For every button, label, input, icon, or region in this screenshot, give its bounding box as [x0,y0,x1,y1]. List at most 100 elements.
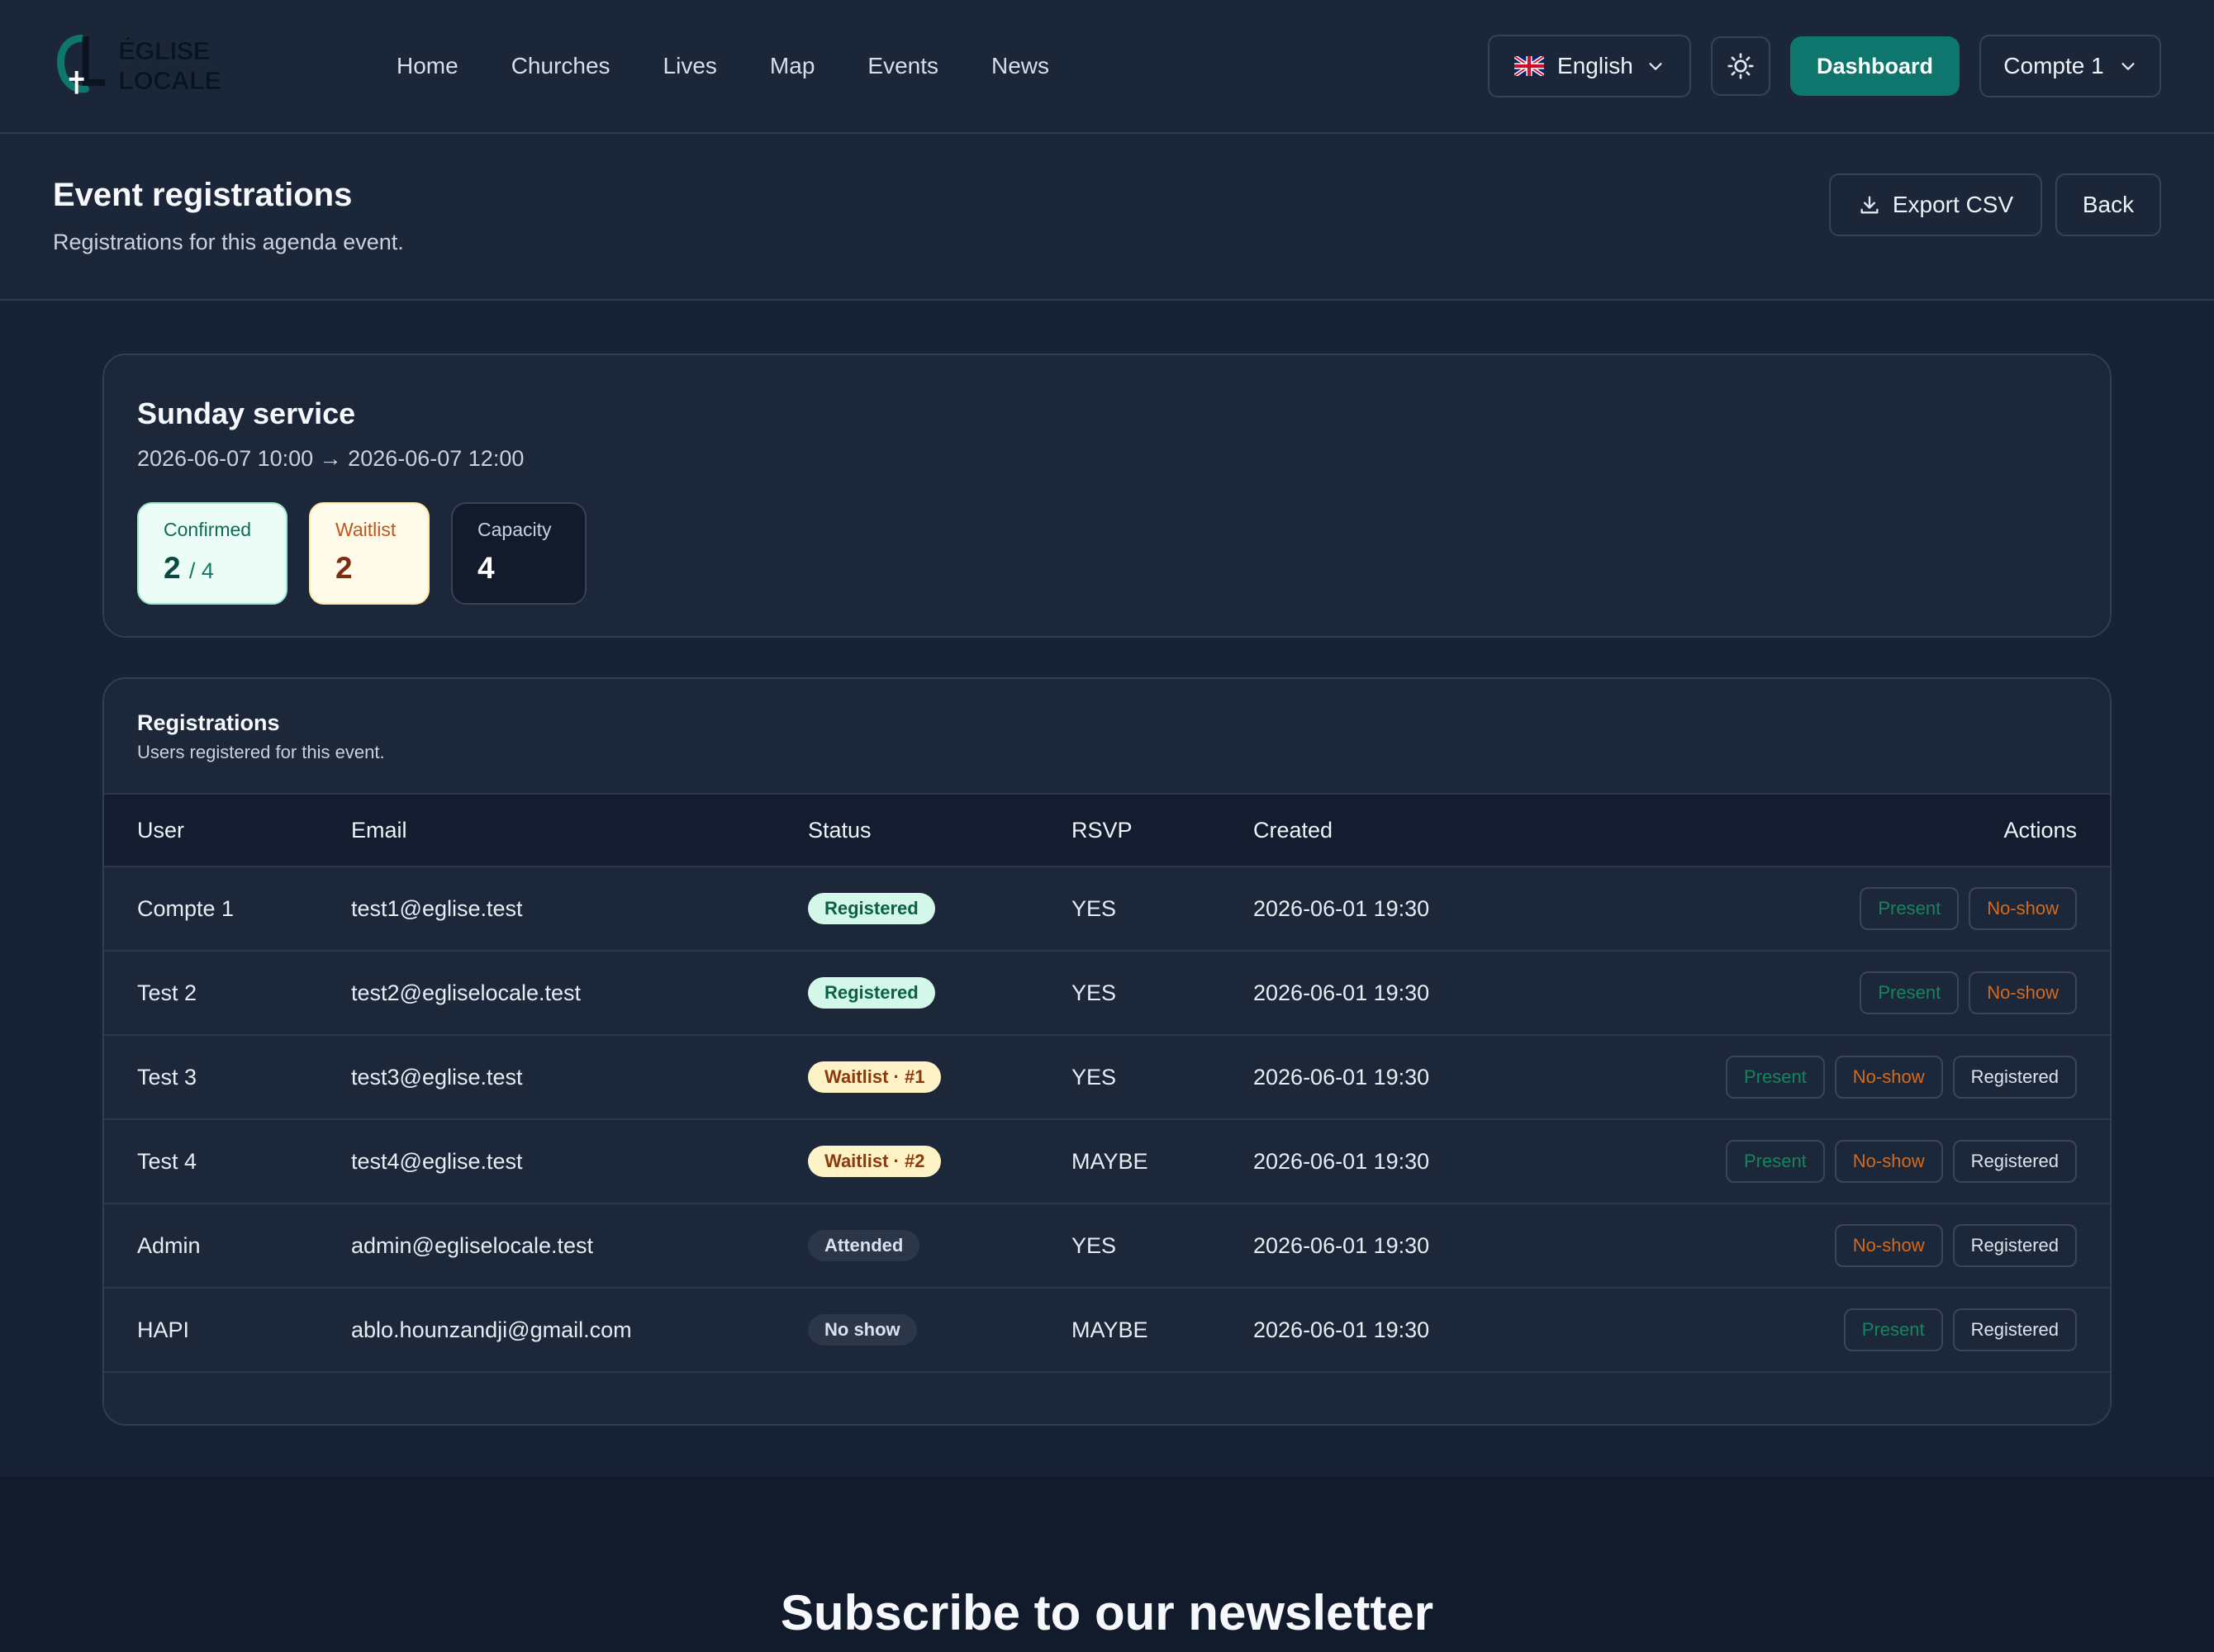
cell-user: Admin [137,1232,201,1258]
navbar-actions: English Dashboard Compte 1 [1487,35,2161,97]
cell-created: 2026-06-01 19:30 [1253,1148,1430,1174]
cell-actions: No-show Registered [1834,1224,2077,1267]
mark-registered-button[interactable]: Registered [1952,1308,2077,1351]
mark-present-button[interactable]: Present [1725,1056,1825,1099]
mark-present-button[interactable]: Present [1860,887,1960,930]
top-navbar: ÉGLISE LOCALE Home Churches Lives Map Ev… [0,0,2214,134]
table-row: Test 2 test2@egliselocale.test Registere… [104,952,2110,1036]
nav-link-churches[interactable]: Churches [511,53,611,79]
table-row: Compte 1 test1@eglise.test Registered YE… [104,867,2110,952]
sun-icon [1727,53,1754,79]
nav-link-lives[interactable]: Lives [663,53,717,79]
status-badge: Registered [808,977,935,1009]
event-title: Sunday service [137,396,356,430]
capacity-label: Capacity [477,519,552,540]
mark-no-show-button[interactable]: No-show [1969,971,2077,1014]
download-icon [1860,196,1879,214]
nav-link-home[interactable]: Home [397,53,458,79]
cell-email: test2@egliselocale.test [351,980,582,1005]
status-badge: Waitlist · #2 [808,1146,942,1177]
mark-registered-button[interactable]: Registered [1952,1140,2077,1183]
event-summary-card: Sunday service 2026-06-07 10:00 → 2026-0… [102,354,2112,638]
registrations-subtitle: Users registered for this event. [137,742,385,762]
registrations-card: Registrations Users registered for this … [102,677,2112,1426]
table-header: User Email Status RSVP Created Actions [104,793,2110,867]
page-title: Event registrations [53,177,353,213]
cell-rsvp: YES [1071,1064,1117,1089]
back-button[interactable]: Back [2055,173,2161,236]
event-stats: Confirmed 2 / 4 Waitlist 2 Capacity 4 [137,502,587,605]
mark-no-show-button[interactable]: No-show [1834,1056,1943,1099]
waitlist-value: 2 [335,551,353,585]
uk-flag-icon [1514,56,1545,76]
mark-present-button[interactable]: Present [1843,1308,1943,1351]
cell-status: Waitlist · #1 [808,1061,942,1093]
cell-actions: Present Registered [1843,1308,2077,1351]
cell-email: test4@eglise.test [351,1148,523,1174]
cell-created: 2026-06-01 19:30 [1253,1232,1430,1258]
dashboard-button[interactable]: Dashboard [1789,36,1960,96]
column-header-status: Status [808,817,872,843]
cell-user: Test 2 [137,980,197,1005]
nav-link-events[interactable]: Events [867,53,938,79]
mark-present-button[interactable]: Present [1725,1140,1825,1183]
cell-email: test3@eglise.test [351,1064,523,1089]
export-csv-label: Export CSV [1892,192,2014,217]
registrations-title: Registrations [137,710,280,735]
column-header-rsvp: RSVP [1071,817,1133,843]
cell-created: 2026-06-01 19:30 [1253,1064,1430,1089]
nav-link-map[interactable]: Map [770,53,815,79]
column-header-created: Created [1253,817,1333,843]
logo-mark-icon [57,34,106,94]
mark-no-show-button[interactable]: No-show [1969,887,2077,930]
status-badge: No show [808,1314,917,1346]
column-header-email: Email [351,817,407,843]
waitlist-label: Waitlist [335,519,397,540]
column-header-actions: Actions [2003,817,2077,843]
mark-no-show-button[interactable]: No-show [1834,1224,1943,1267]
cell-rsvp: YES [1071,1232,1117,1258]
page-header: Event registrations Registrations for th… [0,134,2214,301]
status-badge: Registered [808,893,935,924]
newsletter-section: Subscribe to our newsletter [0,1477,2214,1652]
column-header-user: User [137,817,185,843]
registrations-table: User Email Status RSVP Created Actions C… [104,793,2110,1373]
cell-actions: Present No-show [1860,887,2077,930]
nav-link-news[interactable]: News [991,53,1049,79]
logo-text: ÉGLISE LOCALE [118,36,221,96]
cell-user: HAPI [137,1317,190,1342]
table-row: Test 4 test4@eglise.test Waitlist · #2 M… [104,1120,2110,1204]
chevron-down-icon [1649,63,1662,70]
cell-email: test1@eglise.test [351,895,523,921]
cell-status: Attended [808,1230,920,1261]
status-badge: Waitlist · #1 [808,1061,942,1093]
site-logo[interactable]: ÉGLISE LOCALE [53,33,317,99]
cell-email: ablo.hounzandji@gmail.com [351,1317,632,1342]
capacity-stat: Capacity 4 [451,502,587,605]
confirmed-label: Confirmed [164,519,252,540]
theme-toggle-button[interactable] [1710,36,1770,96]
confirmed-stat: Confirmed 2 / 4 [137,502,287,605]
status-badge: Attended [808,1230,920,1261]
language-label: English [1557,53,1633,78]
chevron-down-icon [2121,63,2135,70]
mark-registered-button[interactable]: Registered [1952,1224,2077,1267]
cell-status: Registered [808,977,935,1009]
cell-status: Registered [808,893,935,924]
mark-registered-button[interactable]: Registered [1952,1056,2077,1099]
account-menu[interactable]: Compte 1 [1979,35,2161,97]
cell-email: admin@egliselocale.test [351,1232,594,1258]
table-row: Test 3 test3@eglise.test Waitlist · #1 Y… [104,1036,2110,1120]
header-actions: Export CSV Back [1829,173,2161,236]
cell-created: 2026-06-01 19:30 [1253,980,1430,1005]
mark-present-button[interactable]: Present [1860,971,1960,1014]
mark-no-show-button[interactable]: No-show [1834,1140,1943,1183]
table-row: Admin admin@egliselocale.test Attended Y… [104,1204,2110,1289]
cell-actions: Present No-show Registered [1725,1056,2077,1099]
language-select[interactable]: English [1487,35,1691,97]
confirmed-total: / 4 [188,558,214,583]
export-csv-button[interactable]: Export CSV [1829,173,2042,236]
cell-rsvp: MAYBE [1071,1148,1148,1174]
cell-user: Compte 1 [137,895,235,921]
cell-created: 2026-06-01 19:30 [1253,895,1430,921]
